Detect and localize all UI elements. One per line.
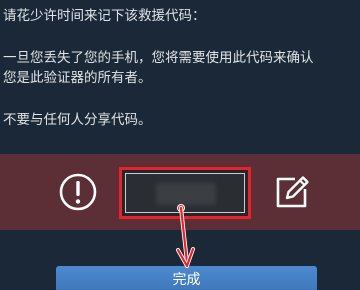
pencil-square-icon[interactable] (272, 172, 312, 212)
red-arrow-annotation (176, 204, 195, 268)
instruction-line-2: 一旦您丢失了您的手机，您将需要使用此代码来确认 (3, 50, 314, 66)
rescue-code-field (125, 173, 245, 213)
exclamation-circle-icon (59, 173, 97, 211)
rescue-code-screen: 请花少许时间来记下该救援代码： 一旦您丢失了您的手机，您将需要使用此代码来确认 … (0, 0, 360, 290)
instruction-line-3: 您是此验证器的所有者。 (3, 70, 152, 86)
rescue-code-box (119, 167, 251, 219)
rescue-code-blurred (156, 183, 216, 205)
instruction-warning: 不要与任何人分享代码。 (3, 112, 152, 128)
done-button[interactable]: 完成 (56, 266, 317, 290)
instruction-heading: 请花少许时间来记下该救援代码： (3, 8, 206, 24)
